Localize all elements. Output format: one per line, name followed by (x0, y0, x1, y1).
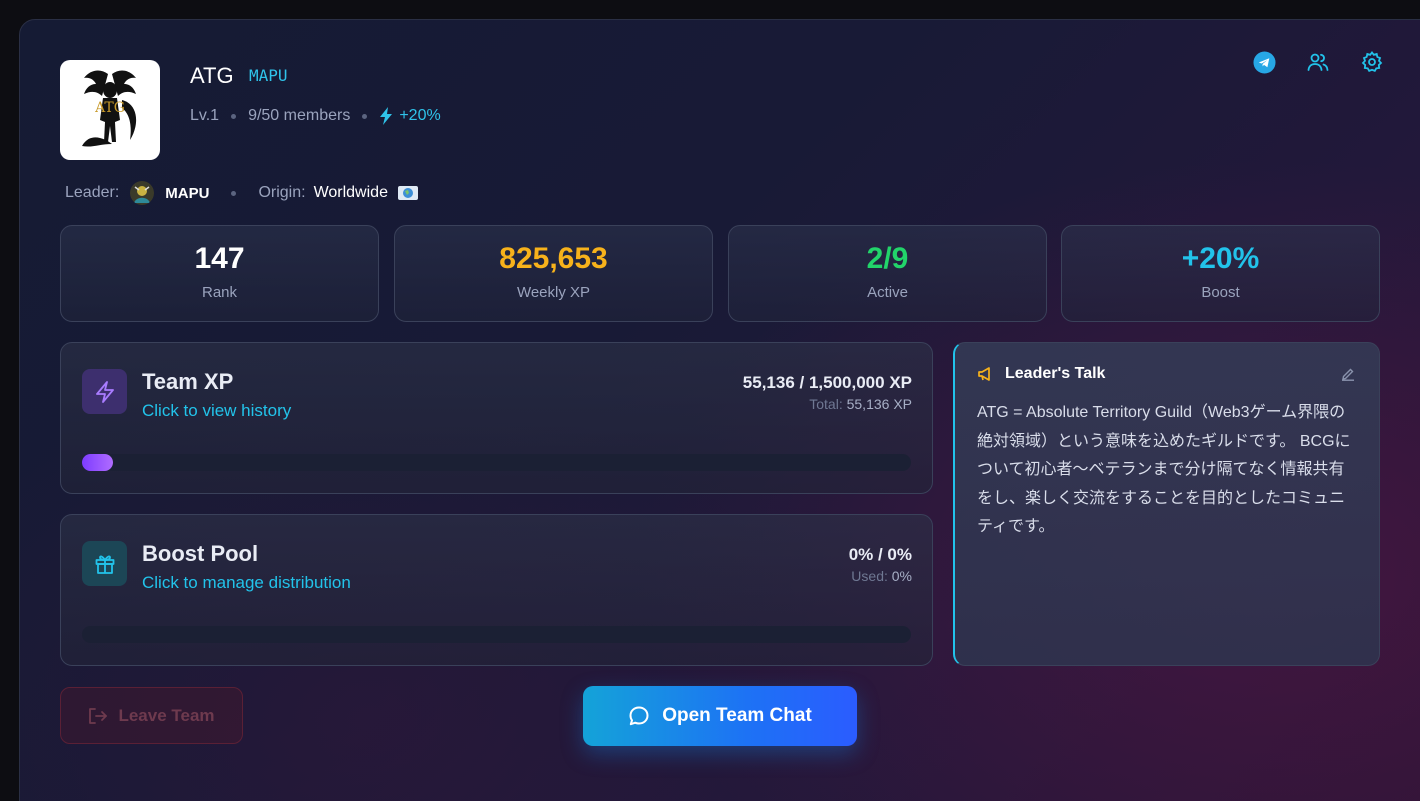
stat-rank: 147 Rank (60, 225, 379, 322)
stat-weekly-xp: 825,653 Weekly XP (394, 225, 713, 322)
view-history-link[interactable]: Click to view history (142, 401, 291, 421)
leave-team-label: Leave Team (118, 705, 215, 725)
stat-value: 2/9 (866, 242, 909, 275)
total-value: 55,136 XP (846, 396, 912, 412)
boost-pool-progress-bar (82, 626, 911, 643)
header-actions (1252, 50, 1384, 74)
team-name: ATG (190, 63, 234, 88)
manage-distribution-link[interactable]: Click to manage distribution (142, 573, 351, 593)
leader-avatar (130, 181, 155, 205)
team-level: Lv.1 (190, 107, 220, 124)
stat-active: 2/9 Active (728, 225, 1047, 322)
panel-title: Team XP (142, 369, 234, 394)
team-meta: Lv.1 9/50 members +20% (190, 107, 441, 125)
chat-bubble-icon (629, 706, 649, 726)
team-members: 9/50 members (248, 107, 351, 124)
total-label: Total: (809, 396, 843, 412)
used-label: Used: (851, 568, 888, 584)
stat-value: 147 (194, 242, 245, 275)
megaphone-icon (978, 367, 990, 381)
pencil-icon[interactable] (1341, 367, 1355, 386)
boost-pool-value: 0% / 0% (848, 545, 912, 564)
leaders-talk-panel: Leader's Talk ATG = Absolute Territory G… (953, 342, 1380, 666)
used-value: 0% (891, 568, 912, 584)
telegram-icon[interactable] (1252, 50, 1276, 74)
boost-pool-panel[interactable]: Boost Pool Click to manage distribution … (60, 514, 933, 666)
open-team-chat-label: Open Team Chat (662, 705, 812, 726)
globe-flag-icon (397, 186, 418, 200)
stat-boost: +20% Boost (1061, 225, 1380, 322)
gear-icon[interactable] (1360, 50, 1384, 74)
logout-icon (89, 707, 108, 724)
team-xp-progress-fill (82, 454, 113, 471)
team-boost-value: +20% (399, 107, 441, 124)
team-tag: MAPU (249, 66, 288, 85)
users-icon[interactable] (1306, 50, 1330, 74)
open-team-chat-button[interactable]: Open Team Chat (583, 686, 857, 746)
leave-team-button[interactable]: Leave Team (60, 687, 243, 744)
stat-label: Weekly XP (516, 284, 591, 301)
svg-text:ATG: ATG (94, 100, 125, 116)
separator-dot (231, 113, 237, 119)
leader-row: Leader: MAPU Origin: Worldwide (65, 181, 418, 205)
team-boost: +20% (379, 107, 441, 125)
leaders-talk-title: Leader's Talk (1005, 365, 1106, 382)
stat-value: +20% (1181, 242, 1260, 275)
stat-value: 825,653 (499, 242, 608, 275)
stat-label: Rank (201, 284, 238, 301)
team-logo: ATG (60, 60, 160, 160)
panel-title: Boost Pool (142, 541, 259, 566)
lightning-icon (380, 107, 393, 125)
stat-label: Active (867, 284, 908, 301)
separator-dot (362, 113, 368, 119)
leaders-talk-message: ATG = Absolute Territory Guild（Web3ゲーム界隈… (977, 404, 1351, 535)
origin-label: Origin: (258, 184, 306, 201)
team-xp-panel[interactable]: Team XP Click to view history 55,136 / 1… (60, 342, 933, 494)
stat-label: Boost (1201, 284, 1240, 301)
gift-icon (82, 541, 127, 586)
lightning-icon (82, 369, 127, 414)
origin-value: Worldwide (313, 184, 388, 201)
team-xp-progress-bar (82, 454, 911, 471)
team-xp-value: 55,136 / 1,500,000 XP (742, 373, 912, 392)
leader-label: Leader: (65, 184, 120, 201)
separator-dot (231, 190, 237, 196)
leader-name[interactable]: MAPU (165, 185, 209, 202)
